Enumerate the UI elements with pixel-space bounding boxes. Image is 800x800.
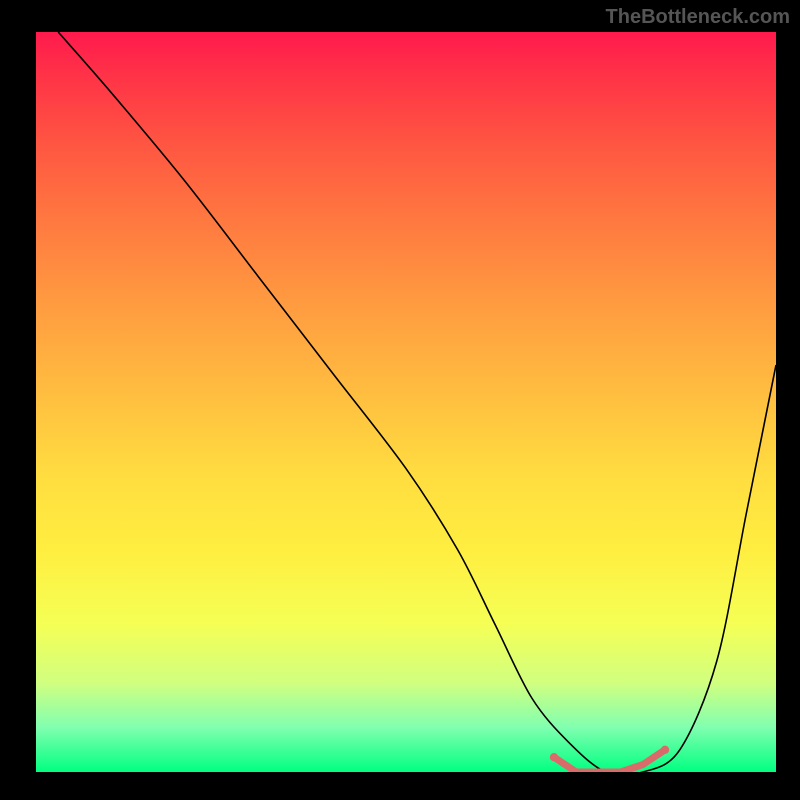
- watermark-text: TheBottleneck.com: [606, 6, 790, 29]
- chart-area: [36, 32, 776, 772]
- bottleneck-curve: [58, 32, 776, 772]
- valley-markers: [550, 746, 669, 772]
- chart-svg: [36, 32, 776, 772]
